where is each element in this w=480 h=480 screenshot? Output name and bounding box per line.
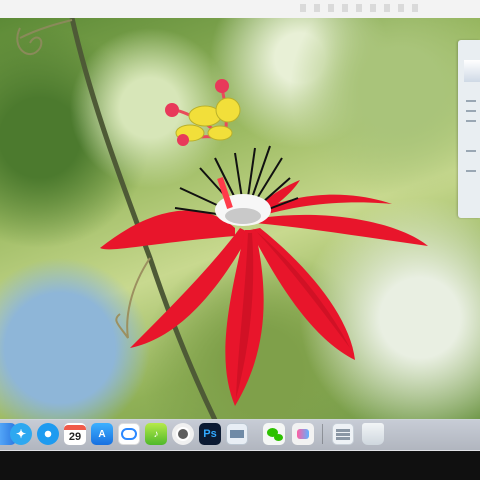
tendril-curl	[16, 27, 43, 55]
qq-browser-icon[interactable]: ✦	[10, 423, 32, 445]
dock: ✦ 29 A ♪ Ps	[0, 419, 480, 451]
dock-divider	[322, 424, 323, 444]
desktop-wallpaper	[0, 18, 480, 420]
flower-illustration	[16, 18, 428, 420]
tendril-lower	[115, 257, 151, 339]
stigma	[165, 103, 179, 117]
preview-icon[interactable]	[226, 423, 248, 445]
photoshop-icon[interactable]: Ps	[199, 423, 221, 445]
downloads-stack-icon[interactable]	[332, 423, 354, 445]
screen-bezel	[0, 451, 480, 480]
safari-icon[interactable]	[37, 423, 59, 445]
side-window-partial[interactable]	[458, 40, 480, 218]
trash-icon[interactable]	[362, 423, 384, 445]
chat-app-icon[interactable]	[292, 423, 314, 445]
baidu-netdisk-icon[interactable]	[118, 423, 140, 445]
wechat-icon[interactable]	[263, 423, 285, 445]
music-icon[interactable]: ♪	[145, 423, 167, 445]
calendar-icon[interactable]: 29	[64, 423, 86, 445]
calendar-date: 29	[68, 430, 82, 443]
photoshop-label: Ps	[203, 428, 217, 440]
tendril-top	[19, 19, 73, 39]
menu-bar-items-blurred	[300, 4, 420, 12]
window-thumbnail	[464, 60, 480, 82]
menu-bar	[0, 0, 480, 18]
app-store-icon[interactable]: A	[91, 423, 113, 445]
desktop-screen: ✦ 29 A ♪ Ps	[0, 0, 480, 480]
chrome-icon[interactable]	[172, 423, 194, 445]
